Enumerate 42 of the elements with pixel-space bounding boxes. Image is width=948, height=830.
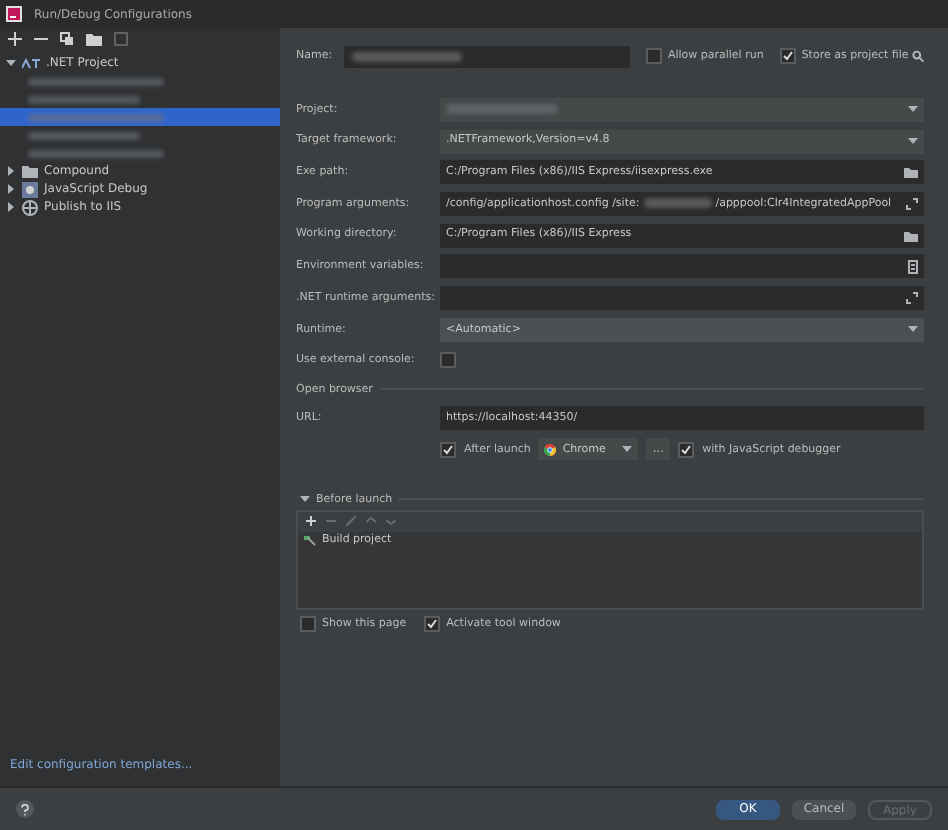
dropdown-arrow-icon[interactable]: [908, 326, 918, 333]
input-field[interactable]: [440, 254, 924, 279]
dropdown-arrow-icon[interactable]: [908, 106, 918, 113]
dropdown-arrow-icon: [622, 446, 633, 453]
folder-button[interactable]: [86, 32, 102, 46]
checkbox[interactable]: [300, 615, 316, 632]
folder-icon[interactable]: [904, 166, 918, 179]
folder-icon: [22, 164, 38, 178]
expand-icon[interactable]: [906, 291, 918, 304]
dropdown-arrow-icon[interactable]: [908, 138, 918, 145]
checkbox[interactable]: [678, 441, 695, 458]
folder-icon[interactable]: [904, 229, 918, 242]
list-icon[interactable]: [908, 259, 918, 274]
remove-icon: [34, 32, 48, 46]
name-field[interactable]: [344, 45, 630, 67]
expand-arrow-icon[interactable]: [300, 494, 310, 505]
add-icon: [8, 32, 22, 46]
collapse-arrow-icon[interactable]: [6, 166, 16, 176]
collapse-arrow-icon[interactable]: [6, 184, 16, 194]
remove-button[interactable]: [34, 32, 48, 46]
redacted-text: [352, 51, 462, 61]
copy-icon: [60, 32, 74, 46]
search-icon[interactable]: [912, 50, 924, 62]
app-logo-icon: [6, 6, 22, 22]
checkbox[interactable]: [440, 441, 456, 458]
checkbox[interactable]: [645, 48, 662, 64]
checkbox[interactable]: [424, 615, 441, 632]
browser-icon: [544, 443, 557, 456]
folder-icon: [86, 32, 102, 46]
hammer-icon: [302, 534, 316, 547]
dotnet-icon: [22, 57, 40, 69]
input-field[interactable]: [440, 285, 924, 310]
checkbox[interactable]: [440, 352, 456, 369]
checkbox[interactable]: [779, 48, 796, 64]
help-button[interactable]: [16, 800, 34, 818]
copy-button[interactable]: [60, 32, 74, 46]
collapse-arrow-icon[interactable]: [6, 202, 16, 212]
globe-icon: [22, 199, 38, 215]
expand-icon[interactable]: [906, 197, 918, 210]
add-icon[interactable]: [306, 516, 316, 527]
add-button[interactable]: [8, 32, 22, 46]
expand-arrow-icon[interactable]: [6, 58, 16, 68]
